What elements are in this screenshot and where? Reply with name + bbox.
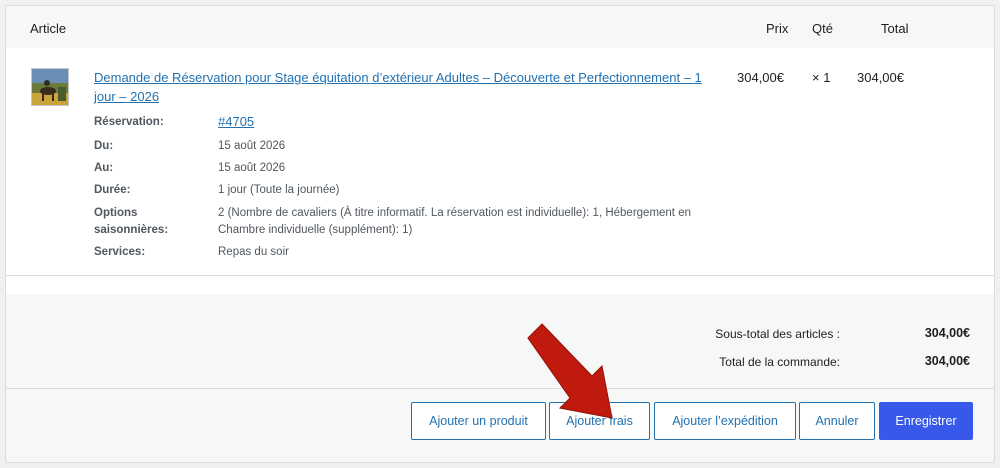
column-article: Article bbox=[30, 21, 67, 36]
add-shipping-button[interactable]: Ajouter l’expédition bbox=[654, 402, 796, 440]
meta-value: Repas du soir bbox=[218, 246, 289, 258]
annotation-arrow-icon bbox=[527, 323, 613, 419]
item-price: 304,00€ bbox=[737, 70, 784, 85]
cancel-button[interactable]: Annuler bbox=[799, 402, 875, 440]
column-qty: Qté bbox=[812, 21, 833, 36]
order-items-panel: Article Prix Qté Total Demande de Réserv… bbox=[5, 5, 995, 463]
meta-value: 1 jour (Toute la journée) bbox=[218, 184, 340, 196]
product-title-link[interactable]: Demande de Réservation pour Stage équita… bbox=[94, 68, 714, 106]
meta-key: Durée: bbox=[94, 184, 131, 196]
items-spacer bbox=[6, 276, 994, 294]
save-button[interactable]: Enregistrer bbox=[879, 402, 973, 440]
subtotal-value: 304,00€ bbox=[924, 326, 970, 340]
column-price: Prix bbox=[766, 21, 789, 36]
product-thumbnail[interactable] bbox=[31, 68, 69, 106]
meta-key: Options saisonnières: bbox=[94, 207, 169, 236]
order-total-value: 304,00€ bbox=[924, 354, 970, 368]
item-quantity: × 1 bbox=[812, 70, 831, 85]
meta-key: Services: bbox=[94, 246, 146, 258]
reservation-link[interactable]: #4705 bbox=[218, 113, 698, 130]
meta-key: Du: bbox=[94, 140, 114, 152]
order-totals: Sous-total des articles : 304,00€ Total … bbox=[6, 294, 994, 389]
order-total-label: Total de la commande: bbox=[719, 355, 840, 369]
column-total: Total bbox=[881, 21, 909, 36]
meta-key: Réservation: bbox=[94, 116, 164, 128]
subtotal-label: Sous-total des articles : bbox=[715, 327, 840, 341]
meta-key: Au: bbox=[94, 162, 114, 174]
items-table-header: Article Prix Qté Total bbox=[6, 6, 994, 48]
line-item-row: Demande de Réservation pour Stage équita… bbox=[6, 48, 994, 276]
horse-riding-photo-icon bbox=[32, 69, 68, 105]
meta-value: 2 (Nombre de cavaliers (À titre informat… bbox=[218, 207, 691, 236]
meta-value: 15 août 2026 bbox=[218, 140, 286, 152]
meta-value: 15 août 2026 bbox=[218, 162, 286, 174]
item-total: 304,00€ bbox=[857, 70, 904, 85]
